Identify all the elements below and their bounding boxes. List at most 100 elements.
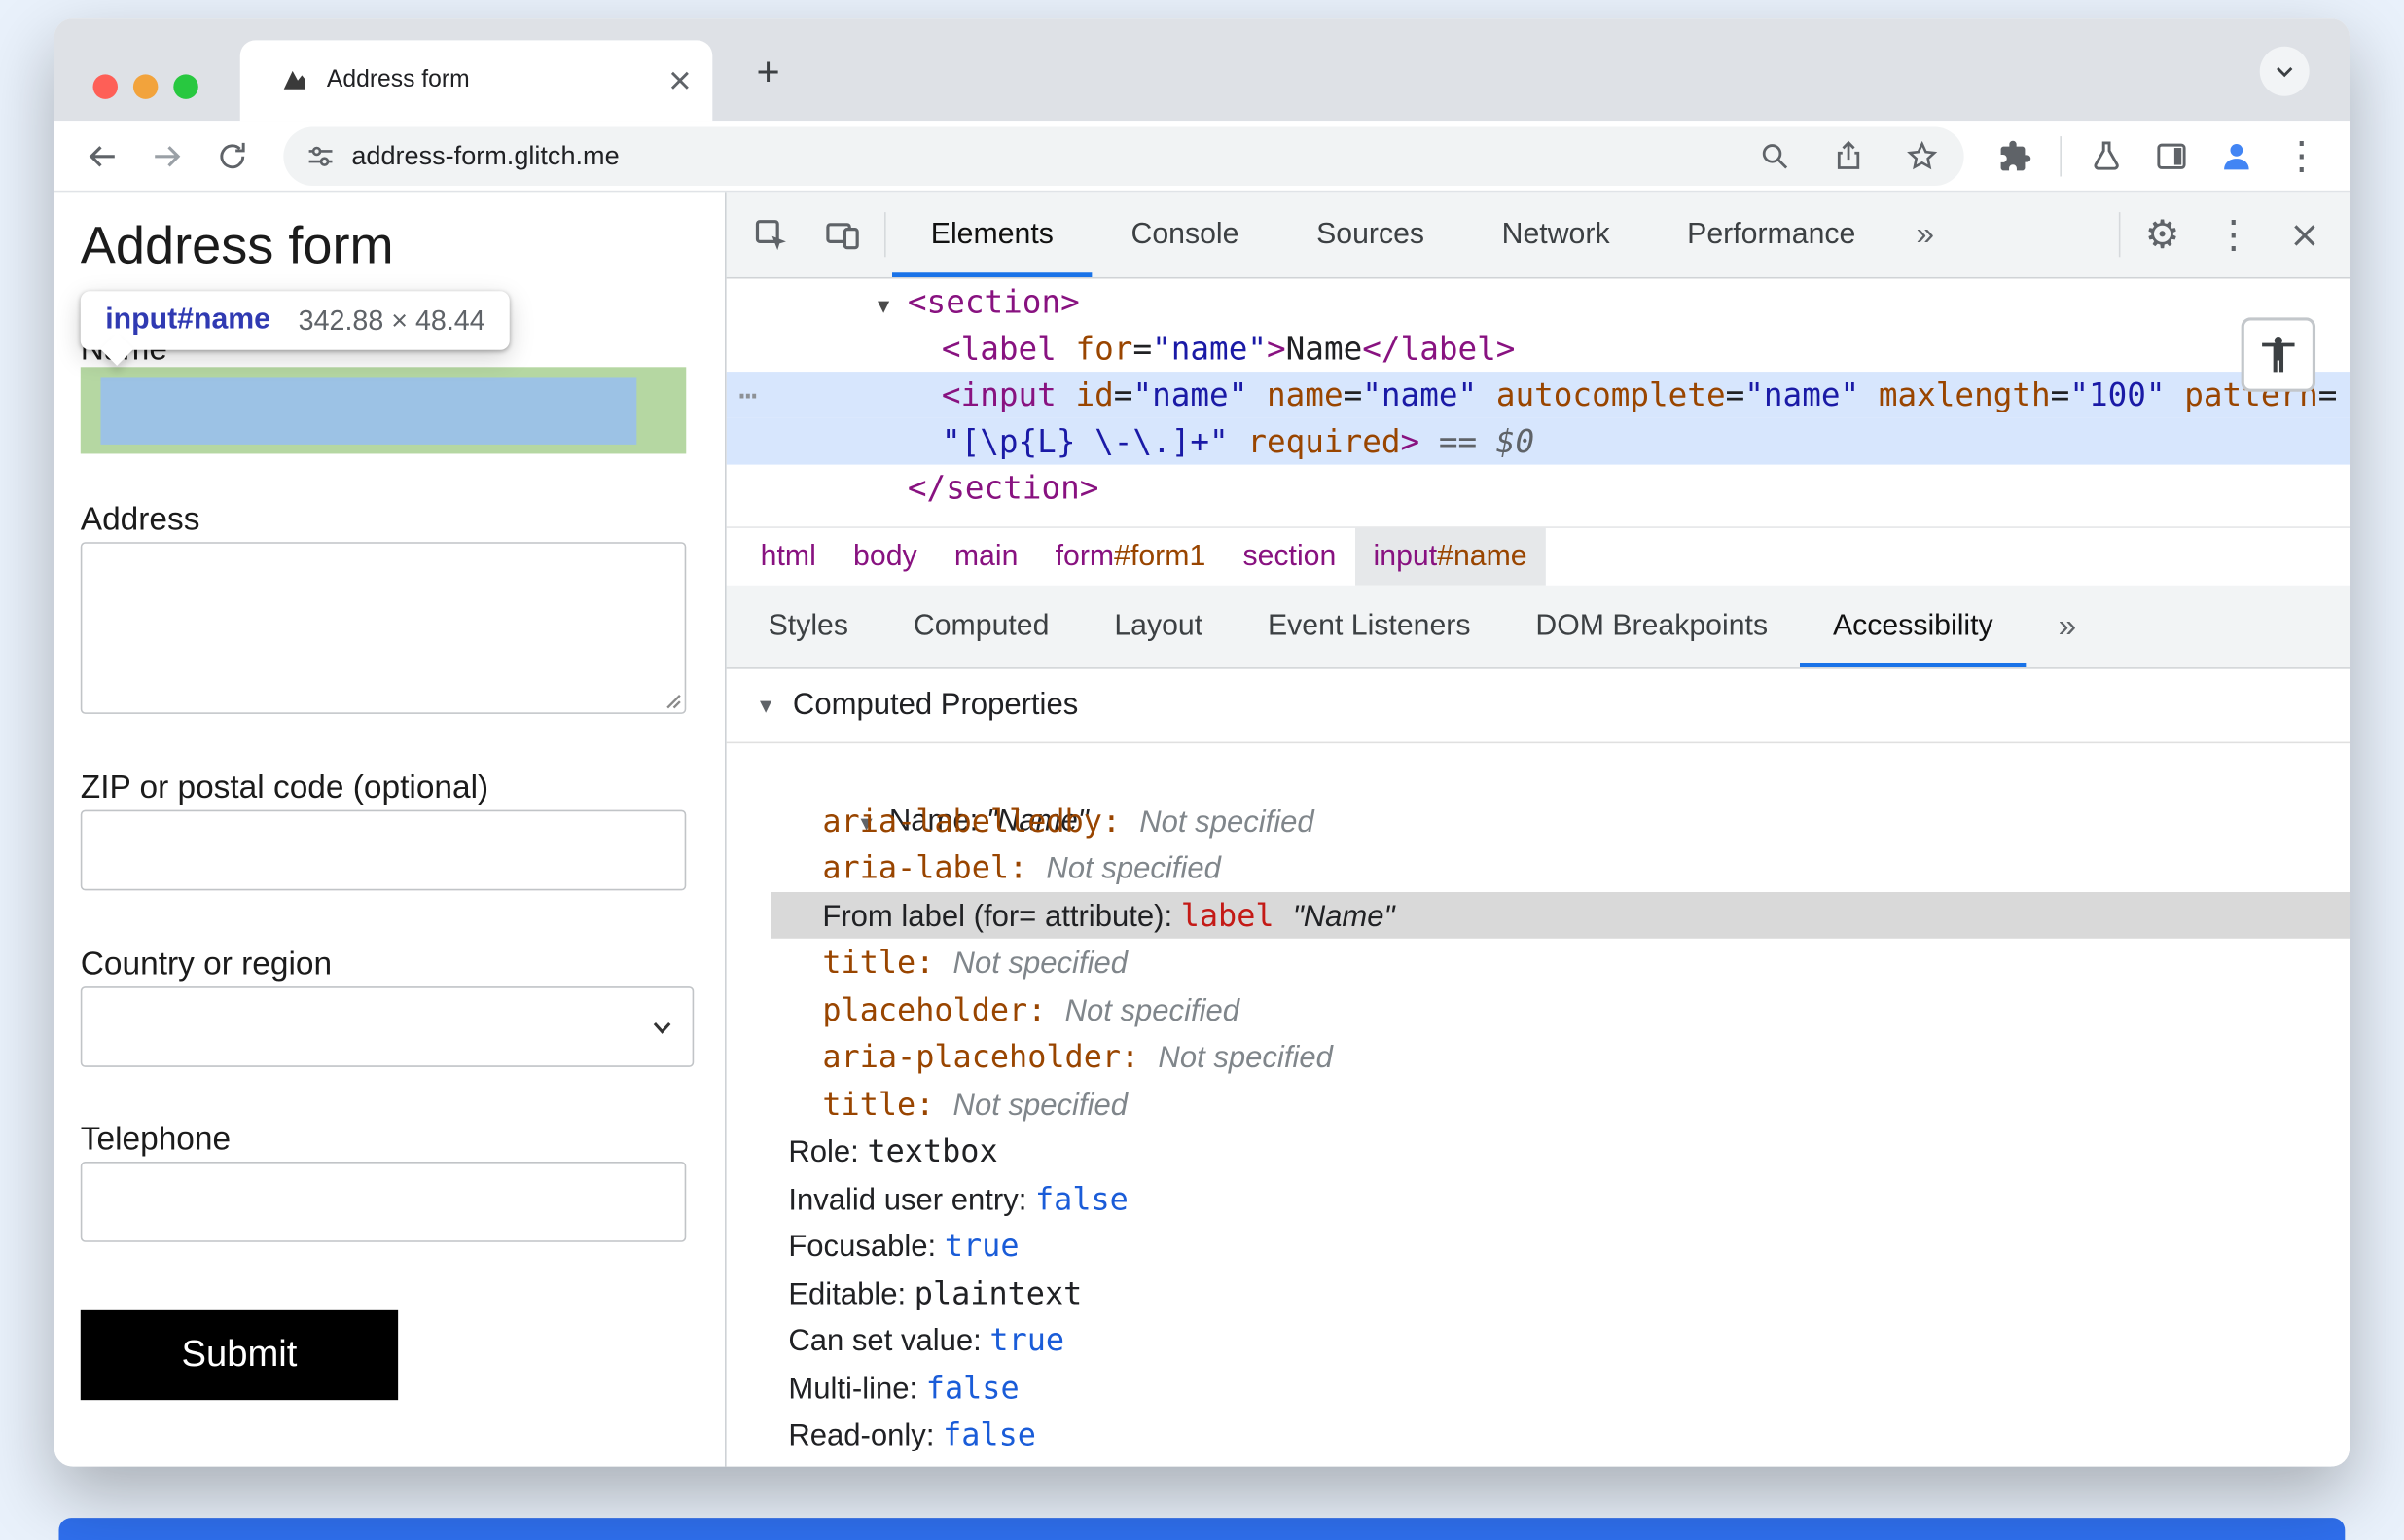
- side-panel-icon[interactable]: [2142, 126, 2201, 185]
- tab-close-icon[interactable]: [669, 70, 691, 91]
- code-token: "name": [1152, 330, 1268, 368]
- a11y-property-row-3: Editable: plaintext: [727, 1270, 2350, 1317]
- devtools-more-tabs-button[interactable]: »: [1894, 192, 1955, 277]
- breadcrumb-input-name[interactable]: input #name: [1354, 527, 1546, 586]
- devtools-subtab-computed[interactable]: Computed: [880, 586, 1081, 667]
- inspect-tooltip: input#name 342.88 × 48.44: [80, 291, 511, 366]
- a11y-property-value: true: [944, 1226, 1020, 1265]
- a11y-source-row-0: aria-labelledby: Not specified: [727, 797, 2350, 844]
- a11y-property-label: Focusable:: [788, 1230, 945, 1265]
- dom-tree: ▼ <section> <label for="name">Name</label>…: [726, 278, 2350, 527]
- browser-tab[interactable]: Address form: [239, 40, 713, 122]
- devtools-tab-network[interactable]: Network: [1463, 192, 1649, 277]
- accessibility-person-icon[interactable]: [2241, 317, 2316, 392]
- devtools-tab-performance[interactable]: Performance: [1648, 192, 1894, 277]
- country-label: Country or region: [80, 946, 333, 983]
- devtools-close-icon[interactable]: [2269, 192, 2340, 277]
- devtools-subtab-event-listeners[interactable]: Event Listeners: [1236, 586, 1503, 667]
- code-token: <input: [941, 376, 1076, 414]
- tab-search-chevron-icon[interactable]: [2259, 46, 2310, 96]
- bookmark-star-icon[interactable]: [1892, 126, 1951, 185]
- code-token: </label>: [1362, 330, 1516, 368]
- accessibility-pane: ▼ Computed Properties ▼ Name: "Name" aria…: [726, 668, 2350, 1467]
- devtools-menu-kebab-icon[interactable]: ⋮: [2198, 192, 2269, 277]
- reload-icon[interactable]: [203, 126, 262, 185]
- page-title: Address form: [80, 216, 394, 276]
- dom-tree-row-4[interactable]: </section>: [727, 465, 2350, 512]
- devtools-subtab-styles[interactable]: Styles: [736, 586, 880, 667]
- dom-tree-row-0[interactable]: ▼ <section>: [727, 279, 2350, 326]
- devtools-toolbar: Elements Console Sources Network Performance…: [726, 192, 2350, 279]
- tab-title: Address form: [326, 66, 470, 93]
- new-tab-button[interactable]: +: [740, 44, 796, 99]
- code-token: =: [2050, 376, 2070, 414]
- dom-tree-row-2[interactable]: ⋯ <input id="name" name="name" autocomple…: [726, 372, 2350, 418]
- a11y-source-key: aria-placeholder:: [822, 1037, 1159, 1075]
- a11y-source-value: Not specified: [1046, 851, 1221, 886]
- devtools-settings-gear-icon[interactable]: ⚙: [2127, 192, 2198, 277]
- omnibox[interactable]: address-form.glitch.me: [283, 125, 1964, 186]
- crumb-tag: body: [853, 539, 917, 573]
- devtools-subtab-dom-breakpoints[interactable]: DOM Breakpoints: [1503, 586, 1801, 667]
- inspect-overlay-content[interactable]: [100, 377, 637, 445]
- devtools-subtab-layout[interactable]: Layout: [1082, 586, 1236, 667]
- code-token: "name": [1744, 376, 1860, 414]
- select-chevron-icon: [653, 1021, 671, 1034]
- a11y-property-value: false: [1034, 1179, 1129, 1217]
- dom-tree-row-1[interactable]: <label for="name">Name</label>: [727, 325, 2350, 372]
- inspect-element-icon[interactable]: [736, 192, 807, 277]
- profile-avatar-icon[interactable]: [2207, 126, 2266, 185]
- devtools-tab-sources[interactable]: Sources: [1277, 192, 1463, 277]
- devtools-tab-elements[interactable]: Elements: [892, 192, 1093, 277]
- browser-menu-kebab-icon[interactable]: ⋮: [2272, 126, 2330, 185]
- minimize-window-button[interactable]: [132, 74, 159, 99]
- extensions-puzzle-icon[interactable]: [1986, 126, 2044, 185]
- a11y-name-row: ▼ Name: "Name": [727, 750, 2350, 837]
- code-token: "name": [1362, 376, 1478, 414]
- flask-icon[interactable]: [2077, 126, 2135, 185]
- dom-tree-row-3[interactable]: "[\p{L} \-\.]+" required> == $0: [726, 417, 2350, 465]
- breadcrumb-form-form1[interactable]: form #form1: [1037, 528, 1225, 586]
- code-token: name: [1267, 376, 1344, 414]
- a11y-property-label: Can set value:: [788, 1324, 990, 1359]
- a11y-source-row-5: aria-placeholder: Not specified: [727, 1033, 2350, 1081]
- computed-properties-title: Computed Properties: [792, 687, 1079, 722]
- back-icon[interactable]: [73, 126, 131, 185]
- telephone-label: Telephone: [80, 1121, 232, 1158]
- crumb-id: #form1: [1114, 539, 1206, 573]
- code-token: </section>: [907, 469, 1099, 507]
- a11y-property-value: false: [925, 1368, 1020, 1406]
- submit-button[interactable]: Submit: [80, 1309, 399, 1401]
- a11y-property-label: Multi-line:: [788, 1371, 926, 1406]
- a11y-property-label: Read-only:: [788, 1418, 944, 1453]
- breadcrumb-body[interactable]: body: [835, 528, 936, 586]
- address-textarea[interactable]: [80, 542, 687, 714]
- a11y-source-row-1: aria-label: Not specified: [727, 844, 2350, 892]
- site-settings-icon[interactable]: [305, 140, 337, 171]
- computed-properties-header[interactable]: ▼ Computed Properties: [726, 669, 2350, 744]
- devtools-toolbar-separator: [884, 212, 886, 258]
- maximize-window-button[interactable]: [173, 74, 198, 99]
- window-controls: [92, 74, 198, 99]
- textarea-resize-handle[interactable]: [662, 689, 682, 709]
- breadcrumb-html[interactable]: html: [742, 528, 835, 586]
- breadcrumb-main[interactable]: main: [936, 528, 1037, 586]
- forward-icon[interactable]: [138, 126, 197, 185]
- devtools-subtab-accessibility[interactable]: Accessibility: [1801, 586, 2027, 667]
- close-window-button[interactable]: [92, 74, 118, 99]
- telephone-input[interactable]: [80, 1162, 687, 1242]
- devtools-tab-console[interactable]: Console: [1093, 192, 1278, 277]
- country-select[interactable]: [80, 986, 695, 1067]
- a11y-source-key: title:: [822, 1085, 953, 1123]
- code-token: >: [1267, 330, 1286, 368]
- share-icon[interactable]: [1818, 126, 1877, 185]
- zoom-icon[interactable]: [1744, 126, 1803, 185]
- devtools-more-subtabs-button[interactable]: »: [2026, 586, 2108, 667]
- breadcrumb-section[interactable]: section: [1224, 528, 1354, 586]
- device-toolbar-icon[interactable]: [807, 192, 878, 277]
- a11y-property-row-0: Role: textbox: [727, 1128, 2350, 1175]
- zip-input[interactable]: [80, 809, 687, 891]
- tooltip-dimensions: 342.88 × 48.44: [298, 304, 485, 336]
